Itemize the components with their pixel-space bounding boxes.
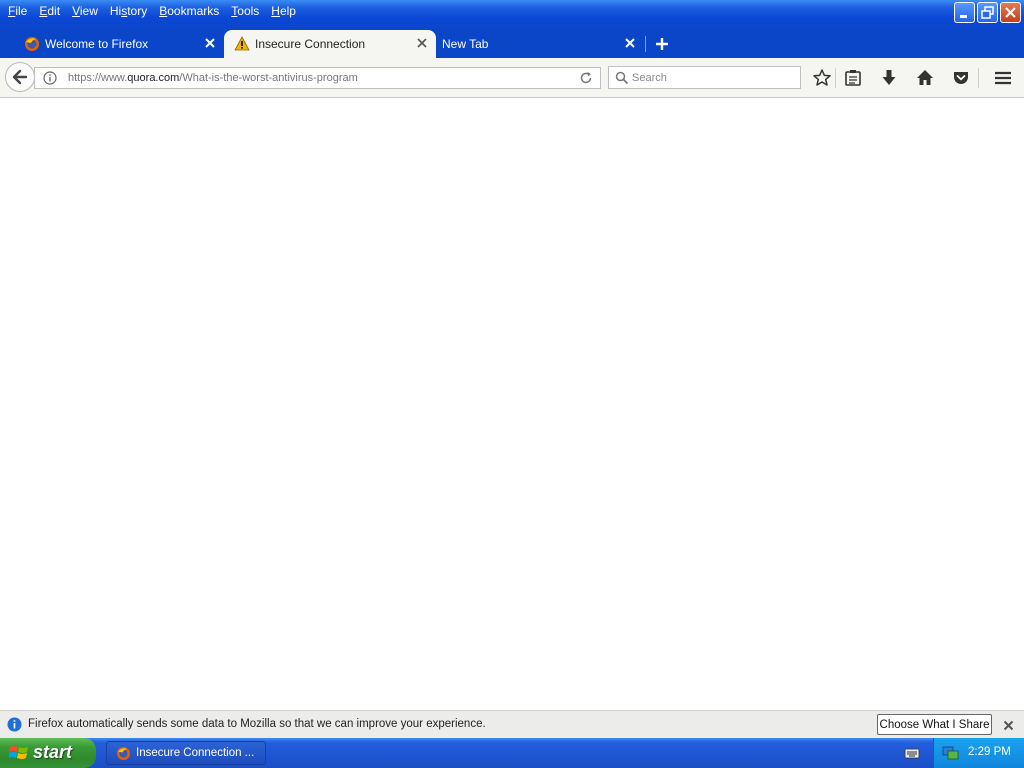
search-bar[interactable]: Search bbox=[608, 66, 801, 89]
search-icon bbox=[615, 71, 629, 85]
reload-icon[interactable] bbox=[579, 71, 593, 85]
warning-icon bbox=[234, 36, 250, 51]
url-host: quora.com bbox=[127, 72, 180, 84]
menu-bookmarks-label: ookmarks bbox=[167, 4, 220, 18]
menu-history-label: tory bbox=[127, 4, 148, 18]
page-content[interactable] bbox=[0, 98, 1024, 710]
menu-help[interactable]: Help bbox=[265, 3, 302, 19]
menu-view[interactable]: View bbox=[66, 3, 104, 19]
close-window-button[interactable] bbox=[1000, 2, 1021, 23]
home-icon[interactable] bbox=[915, 68, 935, 88]
menu-file-label: ile bbox=[15, 4, 28, 18]
close-notification-icon[interactable] bbox=[1003, 720, 1014, 731]
close-tab-icon[interactable] bbox=[416, 37, 428, 49]
title-bar: File Edit View History Bookmarks Tools H… bbox=[0, 0, 1024, 30]
close-icon bbox=[1005, 7, 1016, 18]
menu-bookmarks[interactable]: Bookmarks bbox=[153, 3, 225, 19]
network-icon[interactable] bbox=[942, 745, 960, 761]
pocket-icon[interactable] bbox=[951, 68, 971, 88]
url-text[interactable]: https://www.quora.com/What-is-the-worst-… bbox=[68, 72, 358, 84]
menu-tools[interactable]: Tools bbox=[225, 3, 265, 19]
back-arrow-icon bbox=[12, 69, 28, 85]
tab-separator bbox=[645, 36, 646, 52]
tab-insecure-title: Insecure Connection bbox=[255, 37, 366, 51]
choose-what-i-share-button[interactable]: Choose What I Share bbox=[877, 714, 992, 735]
url-bar[interactable]: https://www.quora.com/What-is-the-worst-… bbox=[34, 67, 601, 89]
close-tab-icon[interactable] bbox=[624, 37, 636, 49]
tab-new-tab[interactable]: New Tab bbox=[436, 30, 644, 58]
minimize-icon bbox=[960, 15, 967, 18]
firefox-icon bbox=[117, 747, 130, 760]
notification-text: Firefox automatically sends some data to… bbox=[28, 718, 486, 730]
keyboard-icon[interactable] bbox=[904, 746, 920, 760]
toolbar-separator bbox=[835, 68, 836, 88]
windows-logo-icon bbox=[9, 746, 28, 759]
new-tab-icon[interactable] bbox=[655, 37, 669, 51]
close-tab-icon[interactable] bbox=[204, 37, 216, 49]
restore-button[interactable] bbox=[977, 2, 998, 23]
firefox-icon bbox=[25, 37, 39, 51]
menu-help-label: elp bbox=[279, 4, 296, 18]
search-placeholder: Search bbox=[632, 72, 667, 84]
window-controls bbox=[954, 2, 1021, 23]
menu-help-accel: H bbox=[271, 4, 280, 18]
tab-welcome-title: Welcome to Firefox bbox=[45, 37, 149, 51]
menu-history[interactable]: History bbox=[104, 3, 153, 19]
tab-new-tab-title: New Tab bbox=[442, 37, 489, 51]
taskbar: start Insecure Connection ... 2:29 PM bbox=[0, 738, 1024, 768]
menu-history-pre: Hi bbox=[109, 4, 122, 18]
menu-bar: File Edit View History Bookmarks Tools H… bbox=[2, 3, 302, 19]
clock: 2:29 PM bbox=[968, 746, 1011, 758]
start-button[interactable]: start bbox=[0, 738, 96, 768]
bookmark-star-icon[interactable] bbox=[812, 68, 832, 88]
url-scheme: https://www. bbox=[68, 72, 128, 84]
reading-list-icon[interactable] bbox=[843, 68, 863, 88]
taskbar-item-firefox[interactable]: Insecure Connection ... bbox=[106, 741, 266, 765]
start-label: start bbox=[33, 742, 73, 762]
downloads-icon[interactable] bbox=[879, 68, 899, 88]
menu-tools-label: ools bbox=[237, 4, 260, 18]
minimize-button[interactable] bbox=[954, 2, 975, 23]
url-path: /What-is-the-worst-antivirus-program bbox=[179, 72, 358, 84]
menu-file[interactable]: File bbox=[2, 3, 33, 19]
toolbar-separator bbox=[978, 68, 979, 88]
hamburger-menu-icon[interactable] bbox=[993, 68, 1013, 88]
tab-welcome[interactable]: Welcome to Firefox bbox=[14, 30, 224, 58]
menu-view-accel: V bbox=[72, 4, 80, 18]
info-icon bbox=[7, 717, 22, 732]
menu-edit-label: dit bbox=[47, 4, 61, 18]
taskbar-item-label: Insecure Connection ... bbox=[136, 747, 255, 759]
navigation-toolbar: https://www.quora.com/What-is-the-worst-… bbox=[0, 58, 1024, 98]
menu-edit[interactable]: Edit bbox=[33, 3, 66, 19]
restore-icon bbox=[981, 6, 994, 19]
back-button[interactable] bbox=[5, 62, 35, 92]
tab-strip: Welcome to Firefox Insecure Connection N… bbox=[0, 30, 1024, 58]
notification-bar: Firefox automatically sends some data to… bbox=[0, 710, 1024, 738]
site-info-icon[interactable] bbox=[43, 71, 57, 85]
tab-insecure-connection[interactable]: Insecure Connection bbox=[224, 30, 436, 58]
menu-view-label: iew bbox=[79, 4, 98, 18]
system-tray: 2:29 PM bbox=[933, 738, 1024, 768]
